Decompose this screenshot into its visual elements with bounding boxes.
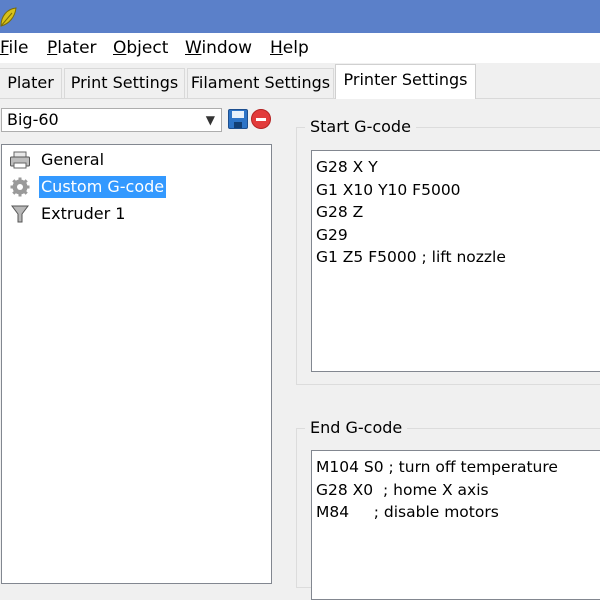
end-gcode-title: End G-code bbox=[305, 417, 408, 439]
start-gcode-title: Start G-code bbox=[305, 116, 416, 138]
gcode-line: G1 X10 Y10 F5000 bbox=[316, 180, 461, 199]
gear-icon bbox=[10, 177, 30, 197]
settings-tree: General Custom G-code Extruder 1 bbox=[1, 144, 272, 584]
tree-item-label: General bbox=[41, 150, 105, 169]
menu-help[interactable]: Help bbox=[270, 38, 309, 58]
tree-item-custom-gcode[interactable]: Custom G-code bbox=[9, 175, 259, 199]
end-gcode-group: End G-code M104 S0 ; turn off temperatur… bbox=[296, 417, 600, 600]
menu-object[interactable]: Object bbox=[113, 38, 168, 58]
tab-plater[interactable]: Plater bbox=[0, 68, 62, 98]
tab-filament-settings[interactable]: Filament Settings bbox=[187, 68, 334, 98]
printer-settings-panel: Big-60 ▼ General Custom G-code Extruder … bbox=[0, 99, 600, 600]
funnel-icon bbox=[11, 205, 29, 223]
gcode-line: G28 X0 ; home X axis bbox=[316, 480, 489, 499]
app-leaf-icon bbox=[0, 7, 17, 27]
window-title-bar[interactable] bbox=[0, 0, 600, 33]
chevron-down-icon: ▼ bbox=[205, 113, 215, 127]
tree-item-label: Extruder 1 bbox=[41, 204, 126, 223]
menu-window[interactable]: Window bbox=[185, 38, 252, 58]
start-gcode-editor[interactable]: G28 X Y G1 X10 Y10 F5000 G28 Z G29 G1 Z5… bbox=[311, 150, 600, 372]
menu-bar: File Plater Object Window Help bbox=[0, 33, 600, 63]
menu-file[interactable]: File bbox=[0, 38, 28, 58]
menu-plater[interactable]: Plater bbox=[47, 38, 97, 58]
tree-item-extruder-1[interactable]: Extruder 1 bbox=[9, 202, 259, 226]
gcode-line: G28 Z bbox=[316, 203, 364, 221]
printer-icon bbox=[10, 151, 30, 169]
gcode-line: G28 X Y bbox=[316, 158, 378, 176]
gcode-line: G1 Z5 F5000 ; lift nozzle bbox=[316, 248, 506, 266]
gcode-line: M104 S0 ; turn off temperature bbox=[316, 458, 558, 476]
tab-printer-settings[interactable]: Printer Settings bbox=[335, 64, 476, 99]
tab-print-settings[interactable]: Print Settings bbox=[64, 68, 185, 98]
delete-icon[interactable] bbox=[251, 109, 271, 129]
end-gcode-editor[interactable]: M104 S0 ; turn off temperature G28 X0 ; … bbox=[311, 450, 600, 600]
start-gcode-group: Start G-code G28 X Y G1 X10 Y10 F5000 G2… bbox=[296, 116, 600, 385]
preset-dropdown[interactable]: Big-60 ▼ bbox=[1, 108, 222, 132]
tree-item-general[interactable]: General bbox=[9, 148, 259, 172]
save-icon[interactable] bbox=[228, 109, 248, 129]
gcode-line: G29 bbox=[316, 225, 348, 244]
main-tabs: Plater Print Settings Filament Settings … bbox=[0, 63, 600, 99]
tree-item-label: Custom G-code bbox=[39, 176, 167, 198]
gcode-line: M84 ; disable motors bbox=[316, 503, 499, 521]
preset-value: Big-60 bbox=[7, 110, 59, 129]
